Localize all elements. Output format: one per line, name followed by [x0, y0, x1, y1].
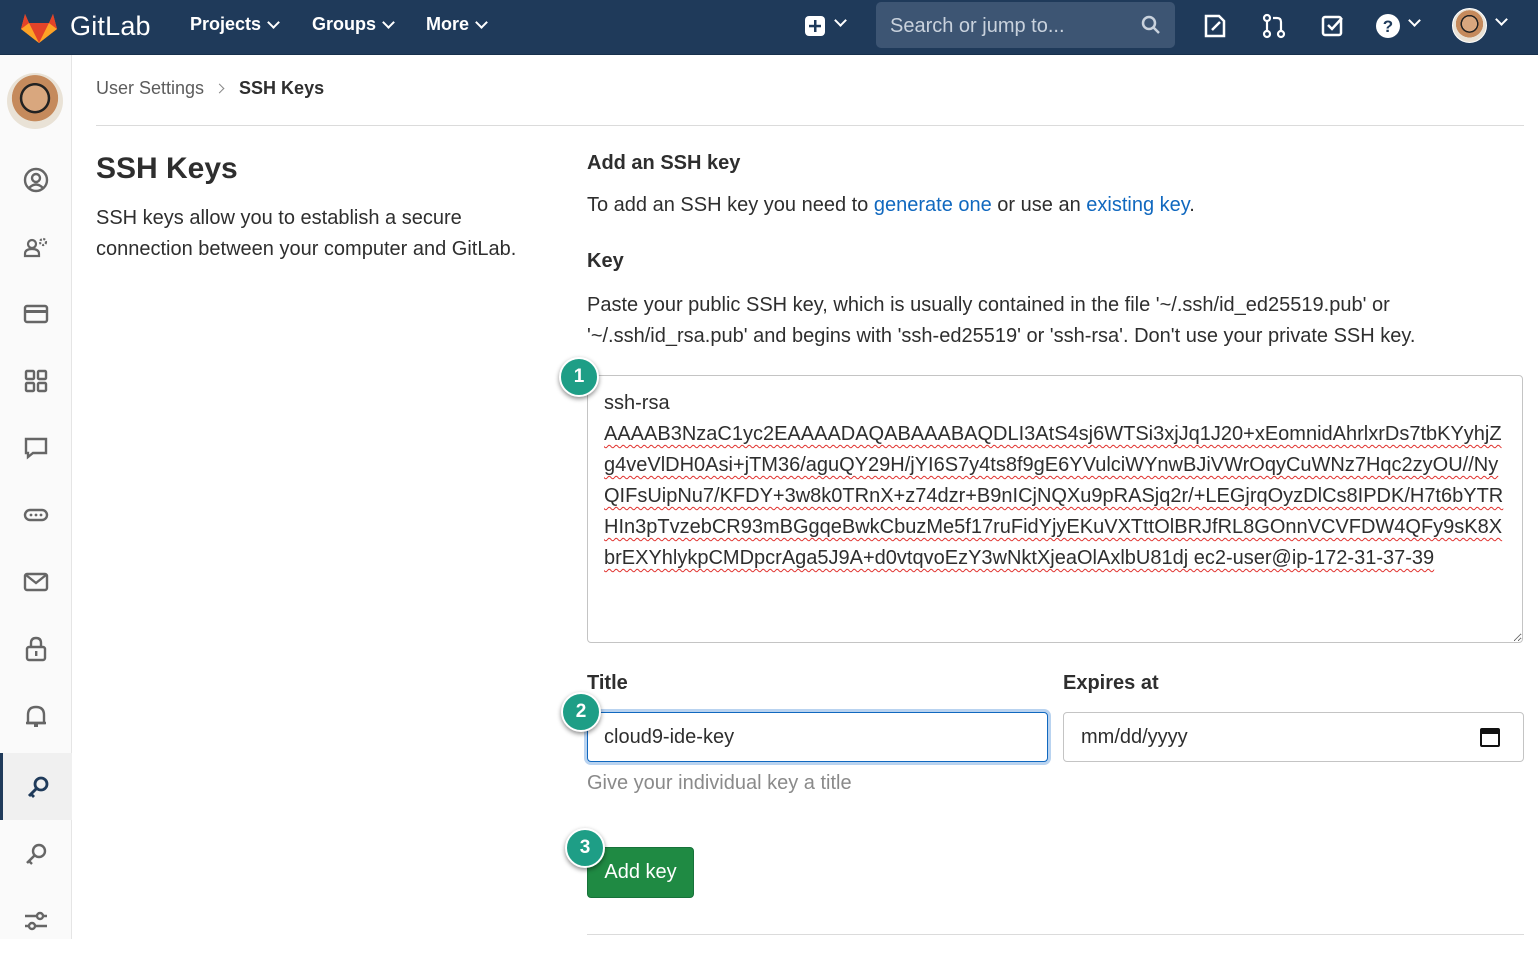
sidebar-item-ssh-keys[interactable]: [0, 753, 72, 820]
step-badge-1: 1: [559, 357, 599, 397]
expires-at-date-input[interactable]: mm/dd/yyyy: [1063, 712, 1524, 762]
key-icon: [26, 843, 47, 865]
nav-groups-label: Groups: [312, 14, 377, 34]
preferences-icon: [25, 911, 47, 930]
issues-button[interactable]: [1201, 12, 1229, 40]
key-label: Key: [587, 250, 624, 272]
sidebar-item-account[interactable]: [0, 213, 72, 280]
intro-text-3: .: [1189, 194, 1195, 216]
title-label: Title: [587, 672, 628, 694]
title-input[interactable]: [587, 712, 1048, 762]
nav-projects[interactable]: Projects: [190, 14, 280, 35]
plus-square-icon: [805, 16, 825, 36]
chevron-down-icon: [834, 14, 847, 27]
expires-at-label: Expires at: [1063, 672, 1159, 694]
nav-projects-label: Projects: [190, 14, 262, 34]
sidebar-item-preferences[interactable]: [0, 887, 72, 954]
tanuki-icon: [21, 14, 57, 43]
key-prefix: ssh-rsa: [604, 392, 670, 414]
page-title: SSH Keys: [96, 152, 238, 185]
step-badge-3: 3: [565, 828, 605, 868]
credit-card-icon: [23, 304, 49, 323]
sidebar-item-gpg-keys[interactable]: [0, 820, 72, 887]
issues-icon: [1204, 14, 1226, 38]
intro-text-1: To add an SSH key you need to: [587, 194, 874, 216]
top-navbar: GitLab Projects Groups More Search or ju…: [0, 0, 1538, 55]
sidebar-item-billing[interactable]: [0, 280, 72, 347]
nav-groups[interactable]: Groups: [312, 14, 395, 35]
sidebar-item-access-tokens[interactable]: [0, 481, 72, 548]
key-icon: [27, 776, 48, 798]
breadcrumb-ssh-keys[interactable]: SSH Keys: [239, 78, 324, 99]
merge-request-icon: [1262, 13, 1286, 39]
key-help-text: Paste your public SSH key, which is usua…: [587, 294, 1416, 347]
breadcrumb-user-settings[interactable]: User Settings: [96, 78, 204, 99]
title-help-text: Give your individual key a title: [587, 772, 852, 794]
user-circle-icon: [23, 167, 49, 192]
chevron-down-icon: [475, 15, 488, 29]
search-placeholder: Search or jump to...: [890, 15, 1065, 37]
settings-sidebar: [0, 55, 72, 939]
merge-requests-button[interactable]: [1260, 12, 1288, 40]
chevron-down-icon: [1495, 13, 1508, 26]
applications-icon: [24, 369, 48, 392]
help-icon: ?: [1376, 14, 1400, 38]
help-dropdown[interactable]: ?: [1374, 12, 1426, 40]
key-textarea[interactable]: ssh-rsa AAAAB3NzaC1yc2EAAAADAQABAAABAQDL…: [587, 375, 1523, 643]
page-description: SSH keys allow you to establish a secure…: [96, 207, 517, 260]
sidebar-item-password[interactable]: [0, 615, 72, 682]
user-menu[interactable]: [1452, 8, 1512, 44]
lock-icon: [25, 636, 47, 661]
sidebar-item-chat[interactable]: [0, 414, 72, 481]
nav-more-label: More: [426, 14, 470, 34]
nav-more[interactable]: More: [426, 14, 488, 35]
avatar[interactable]: [7, 73, 63, 129]
intro-text-2: or use an: [991, 194, 1087, 216]
new-item-dropdown[interactable]: [804, 12, 850, 40]
sidebar-item-profile[interactable]: [0, 146, 72, 213]
bell-icon: [26, 705, 46, 727]
chevron-right-icon: [214, 83, 225, 94]
existing-key-link[interactable]: existing key: [1086, 194, 1189, 216]
svg-text:?: ?: [1383, 17, 1393, 36]
sidebar-item-notifications[interactable]: [0, 682, 72, 749]
chevron-down-icon: [382, 15, 395, 29]
divider: [587, 934, 1524, 935]
generate-one-link[interactable]: generate one: [874, 194, 992, 216]
step-badge-2: 2: [561, 692, 601, 732]
add-ssh-key-intro: To add an SSH key you need to generate o…: [587, 194, 1195, 217]
token-icon: [23, 508, 49, 521]
user-settings-icon: [23, 237, 48, 257]
chevron-down-icon: [267, 15, 280, 29]
sidebar-item-emails[interactable]: [0, 548, 72, 615]
envelope-icon: [23, 572, 49, 591]
gitlab-logo[interactable]: GitLab: [20, 8, 151, 44]
comment-icon: [24, 437, 48, 459]
todos-button[interactable]: [1319, 12, 1347, 40]
search-icon: [1141, 15, 1160, 34]
key-body: AAAAB3NzaC1yc2EAAAADAQABAAABAQDLI3AtS4sj…: [604, 423, 1504, 569]
breadcrumb: User Settings SSH Keys: [96, 78, 324, 99]
divider: [96, 125, 1524, 126]
todo-checkbox-icon: [1321, 15, 1343, 37]
search-input[interactable]: Search or jump to...: [876, 2, 1175, 48]
add-ssh-key-heading: Add an SSH key: [587, 152, 741, 174]
avatar: [1452, 8, 1487, 43]
calendar-icon[interactable]: [1479, 726, 1501, 748]
logo-text: GitLab: [70, 10, 151, 41]
chevron-down-icon: [1408, 14, 1421, 27]
date-placeholder: mm/dd/yyyy: [1081, 726, 1188, 748]
sidebar-item-applications[interactable]: [0, 347, 72, 414]
